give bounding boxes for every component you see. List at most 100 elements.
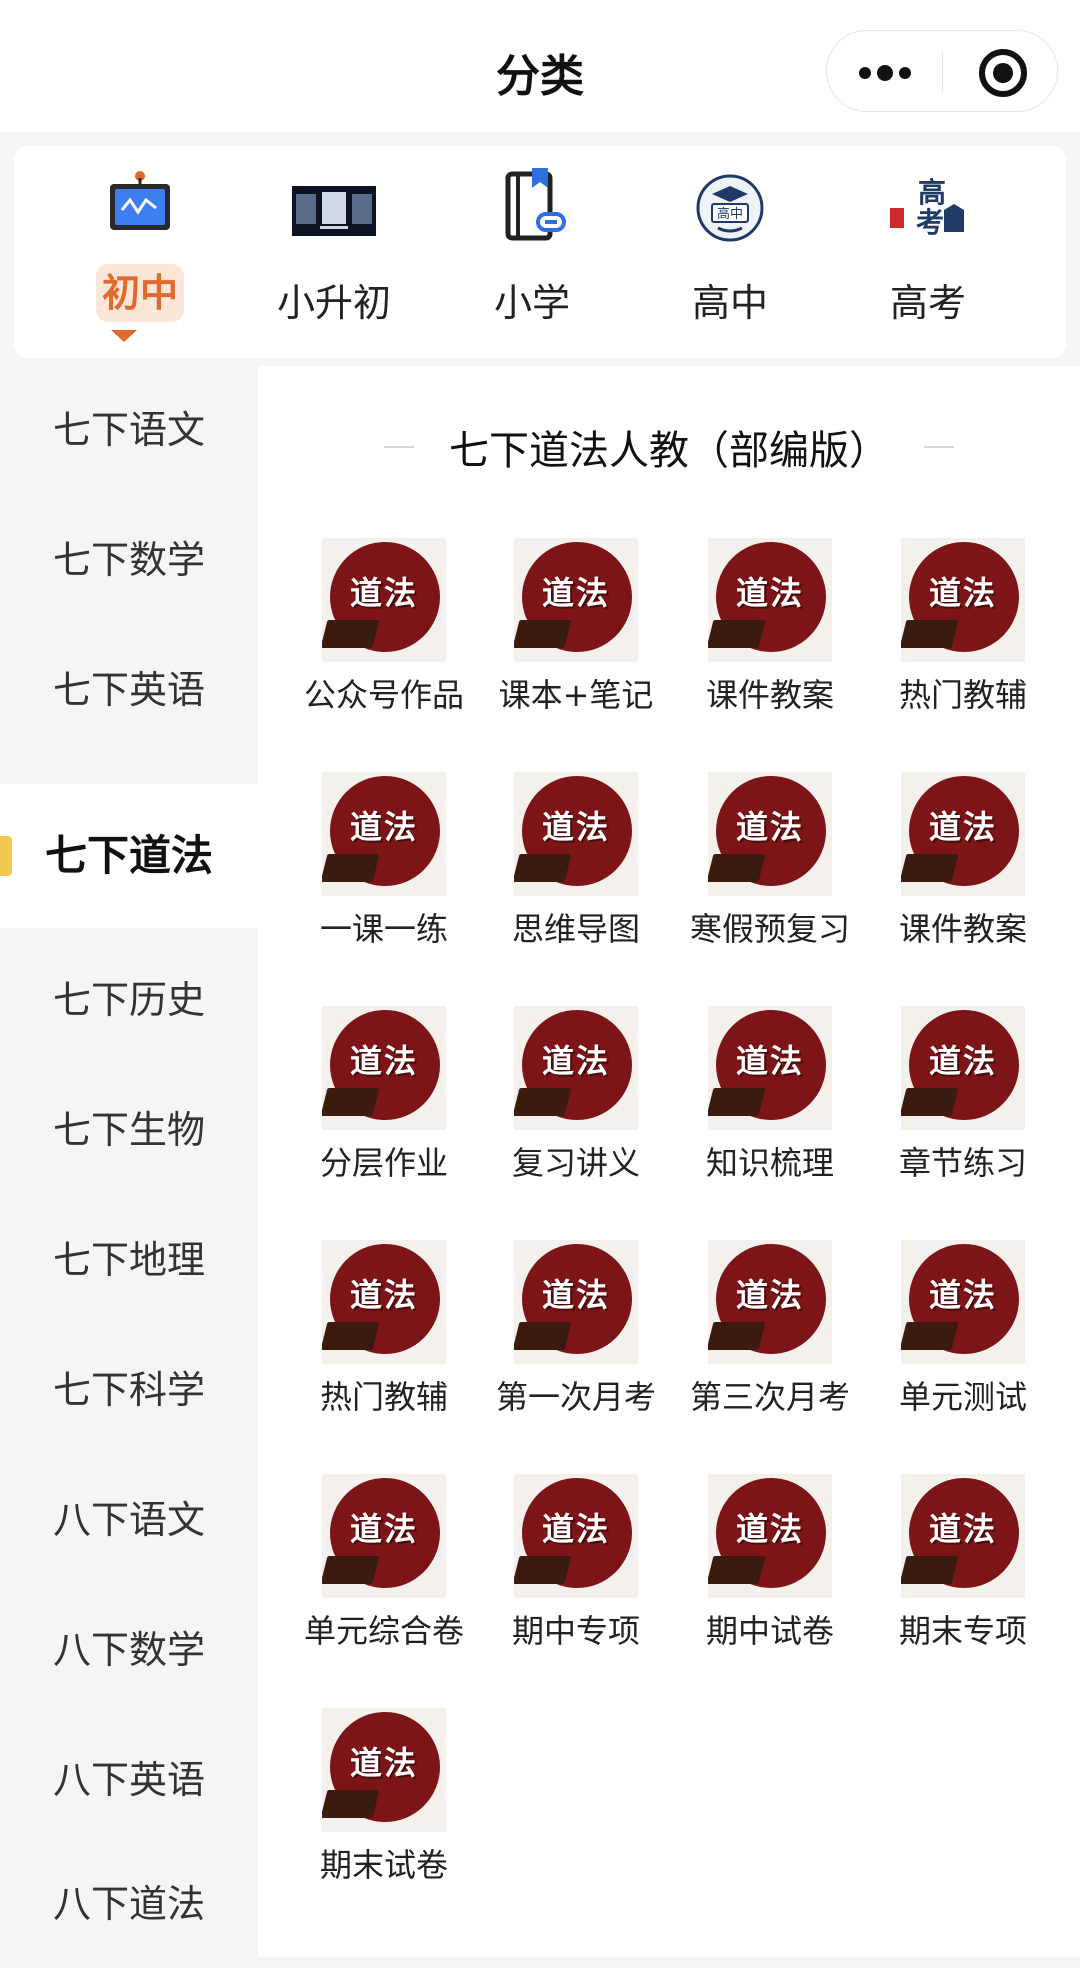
more-options-button[interactable] bbox=[827, 31, 942, 113]
tile-label: 课本+笔记 bbox=[498, 676, 654, 714]
tile-label: 课件教案 bbox=[898, 910, 1027, 948]
resource-tile[interactable]: 道法 课件教案 bbox=[674, 538, 866, 728]
tab-junior-high[interactable]: 初中 bbox=[50, 164, 230, 354]
morality-law-book-icon: 道法 bbox=[901, 538, 1025, 662]
resource-tile[interactable]: 道法 第三次月考 bbox=[674, 1240, 866, 1430]
tile-label: 单元测试 bbox=[898, 1378, 1027, 1416]
resource-tile[interactable]: 道法 一课一练 bbox=[288, 772, 480, 962]
title-dash-right bbox=[924, 446, 954, 448]
sidebar-item-grade8-english[interactable]: 八下英语 bbox=[0, 1716, 258, 1844]
tile-label: 热门教辅 bbox=[898, 676, 1027, 714]
tab-senior-high[interactable]: 高中 高中 bbox=[640, 164, 820, 354]
close-mini-program-button[interactable] bbox=[943, 31, 1059, 113]
morality-law-book-icon: 道法 bbox=[708, 1006, 832, 1130]
tile-icon-text: 道法 bbox=[349, 1744, 418, 1782]
tile-icon-text: 道法 bbox=[349, 808, 418, 846]
resource-tile[interactable]: 道法 复习讲义 bbox=[480, 1006, 672, 1196]
tab-primary-to-junior[interactable]: 小升初 bbox=[244, 164, 424, 354]
sidebar-item-grade7-history[interactable]: 七下历史 bbox=[0, 936, 258, 1064]
morality-law-book-icon: 道法 bbox=[322, 1708, 446, 1832]
tile-label: 期末专项 bbox=[898, 1612, 1027, 1650]
morality-law-book-icon: 道法 bbox=[708, 538, 832, 662]
sidebar-item-grade7-chinese[interactable]: 七下语文 bbox=[0, 366, 258, 494]
sidebar-item-grade8-morality-law[interactable]: 八下道法 bbox=[0, 1840, 258, 1968]
tile-label: 期中试卷 bbox=[705, 1612, 834, 1650]
tile-icon-text: 道法 bbox=[928, 1276, 997, 1314]
promo-banner-image bbox=[292, 186, 376, 236]
morality-law-book-icon: 道法 bbox=[901, 1006, 1025, 1130]
tile-label: 期末试卷 bbox=[319, 1846, 448, 1884]
morality-law-book-icon: 道法 bbox=[708, 1474, 832, 1598]
resource-tile[interactable]: 道法 单元测试 bbox=[867, 1240, 1059, 1430]
resource-tile[interactable]: 道法 期中专项 bbox=[480, 1474, 672, 1664]
resource-tile[interactable]: 道法 课件教案 bbox=[867, 772, 1059, 962]
resource-tile[interactable]: 道法 期末专项 bbox=[867, 1474, 1059, 1664]
resource-tile[interactable]: 道法 公众号作品 bbox=[288, 538, 480, 728]
tile-label: 第三次月考 bbox=[689, 1378, 850, 1416]
resource-tile[interactable]: 道法 第一次月考 bbox=[480, 1240, 672, 1430]
tile-label: 期中专项 bbox=[511, 1612, 640, 1650]
tile-label: 公众号作品 bbox=[303, 676, 464, 714]
resource-tile[interactable]: 道法 思维导图 bbox=[480, 772, 672, 962]
tile-icon-text: 道法 bbox=[349, 574, 418, 612]
tile-icon-text: 道法 bbox=[541, 1042, 610, 1080]
tile-label: 热门教辅 bbox=[319, 1378, 448, 1416]
tile-icon-text: 道法 bbox=[735, 1510, 804, 1548]
morality-law-book-icon: 道法 bbox=[322, 1474, 446, 1598]
resource-tile[interactable]: 道法 章节练习 bbox=[867, 1006, 1059, 1196]
tile-icon-text: 道法 bbox=[541, 1276, 610, 1314]
morality-law-book-icon: 道法 bbox=[514, 1006, 638, 1130]
morality-law-book-icon: 道法 bbox=[514, 772, 638, 896]
resource-tile[interactable]: 道法 热门教辅 bbox=[867, 538, 1059, 728]
tile-label: 课件教案 bbox=[705, 676, 834, 714]
resource-tile[interactable]: 道法 热门教辅 bbox=[288, 1240, 480, 1430]
teaching-board-icon bbox=[110, 171, 170, 230]
morality-law-book-icon: 道法 bbox=[322, 1006, 446, 1130]
tile-label: 章节练习 bbox=[898, 1144, 1027, 1182]
resource-tile[interactable]: 道法 寒假预复习 bbox=[674, 772, 866, 962]
resource-tile[interactable]: 道法 知识梳理 bbox=[674, 1006, 866, 1196]
tile-icon-text: 道法 bbox=[349, 1510, 418, 1548]
morality-law-book-icon: 道法 bbox=[322, 1240, 446, 1364]
resource-tile[interactable]: 道法 分层作业 bbox=[288, 1006, 480, 1196]
tab-label: 初中 bbox=[96, 264, 184, 322]
resource-tile[interactable]: 道法 期末试卷 bbox=[288, 1708, 480, 1898]
tile-icon-text: 道法 bbox=[928, 1510, 997, 1548]
sidebar-item-grade7-geography[interactable]: 七下地理 bbox=[0, 1196, 258, 1324]
resource-tile[interactable]: 道法 期中试卷 bbox=[674, 1474, 866, 1664]
morality-law-book-icon: 道法 bbox=[901, 772, 1025, 896]
tab-label: 小升初 bbox=[276, 281, 391, 325]
tab-primary-school[interactable]: 小学 bbox=[442, 164, 622, 354]
tile-icon-text: 道法 bbox=[735, 574, 804, 612]
resource-tile[interactable]: 道法 课本+笔记 bbox=[480, 538, 672, 728]
sidebar-item-grade8-chinese[interactable]: 八下语文 bbox=[0, 1456, 258, 1584]
tile-icon-text: 道法 bbox=[349, 1042, 418, 1080]
graduation-cap-badge-icon: 高中 bbox=[696, 174, 764, 242]
tile-label: 思维导图 bbox=[511, 910, 640, 948]
mini-program-capsule bbox=[826, 30, 1058, 112]
morality-law-book-icon: 道法 bbox=[322, 538, 446, 662]
morality-law-book-icon: 道法 bbox=[514, 1474, 638, 1598]
resource-tile[interactable]: 道法 单元综合卷 bbox=[288, 1474, 480, 1664]
tile-label: 单元综合卷 bbox=[303, 1612, 464, 1650]
sidebar-item-grade8-math[interactable]: 八下数学 bbox=[0, 1586, 258, 1714]
stage-tab-bar: 初中 小升初 小学 高中 高中 高 考 高考 bbox=[14, 146, 1066, 358]
sidebar-item-grade7-biology[interactable]: 七下生物 bbox=[0, 1066, 258, 1194]
tab-gaokao[interactable]: 高 考 高考 bbox=[838, 164, 1018, 354]
tile-icon-text: 道法 bbox=[928, 808, 997, 846]
tile-icon-text: 道法 bbox=[735, 1276, 804, 1314]
sidebar-item-grade7-morality-law[interactable]: 七下道法 bbox=[0, 784, 258, 928]
sidebar-item-grade7-science[interactable]: 七下科学 bbox=[0, 1326, 258, 1454]
gaokao-logo-image: 高 考 bbox=[890, 176, 964, 239]
navigation-bar: 分类 bbox=[0, 0, 1080, 132]
resource-panel: 七下道法人教（部编版） 道法 公众号作品 道法 课本+笔记 道法 课件教案 道法 热门教辅 道法… bbox=[258, 366, 1080, 1957]
morality-law-book-icon: 道法 bbox=[322, 772, 446, 896]
sidebar-item-grade7-english[interactable]: 七下英语 bbox=[0, 626, 258, 754]
morality-law-book-icon: 道法 bbox=[901, 1474, 1025, 1598]
active-item-marker bbox=[0, 836, 12, 876]
bookmark-book-link-icon bbox=[505, 168, 566, 241]
sidebar-item-grade7-math[interactable]: 七下数学 bbox=[0, 496, 258, 624]
svg-text:考: 考 bbox=[916, 206, 944, 239]
section-title: 七下道法人教（部编版） bbox=[449, 428, 889, 474]
subject-sidebar: 七下语文 七下数学 七下英语 七下道法 七下历史 七下生物 七下地理 七下科学 … bbox=[0, 366, 258, 1957]
